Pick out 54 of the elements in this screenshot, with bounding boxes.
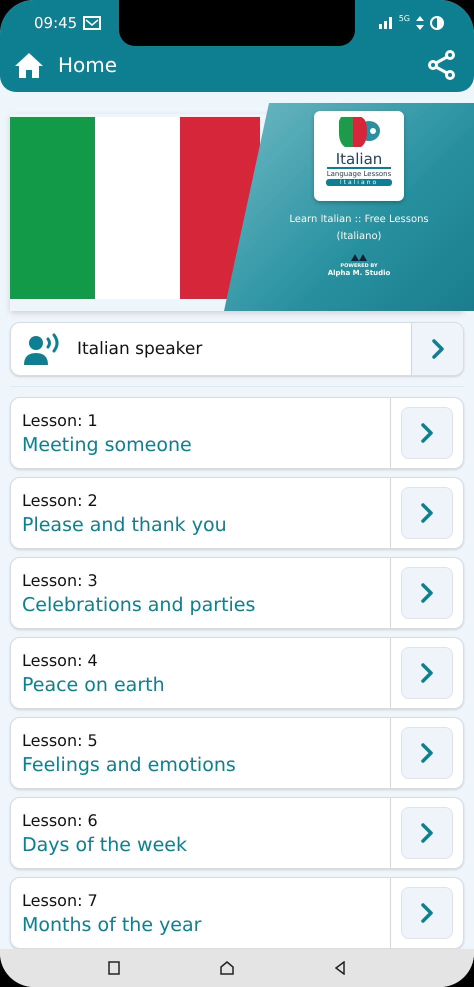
- chevron-right-icon: [420, 582, 434, 604]
- mail-icon: [83, 16, 102, 30]
- lesson-title: Please and thank you: [22, 514, 228, 536]
- lesson-number: Lesson: 6: [22, 810, 99, 830]
- mountain-logo-icon: [351, 253, 367, 261]
- chevron-right-icon: [420, 422, 434, 444]
- lesson-open-button[interactable]: [401, 647, 453, 699]
- lesson-title: Meeting someone: [22, 434, 193, 456]
- recents-icon[interactable]: [108, 961, 120, 975]
- lesson-open-button[interactable]: [401, 887, 453, 939]
- lesson-card[interactable]: Lesson: 6 Days of the week: [10, 797, 464, 869]
- lesson-number: Lesson: 5: [22, 730, 99, 750]
- lesson-number: Lesson: 3: [22, 570, 99, 590]
- share-icon[interactable]: [428, 50, 456, 80]
- home-icon[interactable]: [14, 52, 44, 78]
- chevron-right-icon: [420, 662, 434, 684]
- lesson-title: Days of the week: [22, 834, 188, 856]
- lesson-number: Lesson: 2: [22, 490, 99, 510]
- chevron-right-icon: [420, 822, 434, 844]
- lesson-title: Celebrations and parties: [22, 594, 256, 616]
- lesson-open-button[interactable]: [401, 727, 453, 779]
- home-nav-icon[interactable]: [220, 961, 234, 975]
- half-circle-icon: [430, 16, 444, 30]
- lesson-card[interactable]: Lesson: 3 Celebrations and parties: [10, 557, 464, 629]
- lesson-title: Months of the year: [22, 914, 202, 936]
- lesson-card[interactable]: Lesson: 2 Please and thank you: [10, 477, 464, 549]
- back-icon[interactable]: [334, 961, 346, 975]
- banner-headline: Learn Italian :: Free Lessons (Italiano): [288, 213, 430, 244]
- lesson-card[interactable]: Lesson: 4 Peace on earth: [10, 637, 464, 709]
- chevron-right-icon: [420, 502, 434, 524]
- lesson-open-button[interactable]: [401, 807, 453, 859]
- lesson-open-button[interactable]: [401, 487, 453, 539]
- lesson-title: Feelings and emotions: [22, 754, 237, 776]
- network-label: 5G: [398, 14, 410, 23]
- signal-icon: [378, 17, 393, 29]
- app-bar-title: Home: [58, 53, 118, 77]
- lesson-open-button[interactable]: [401, 567, 453, 619]
- lesson-open-button[interactable]: [401, 407, 453, 459]
- lesson-number: Lesson: 1: [22, 410, 99, 430]
- lesson-title: Peace on earth: [22, 674, 166, 696]
- chevron-right-icon: [420, 902, 434, 924]
- speaker-open-button[interactable]: [411, 323, 463, 375]
- speaker-label: Italian speaker: [77, 338, 204, 361]
- speaker-card[interactable]: Italian speaker: [10, 322, 464, 376]
- chevron-right-icon: [430, 338, 444, 360]
- logo-title: Italian: [336, 151, 382, 167]
- chevron-right-icon: [420, 742, 434, 764]
- lesson-number: Lesson: 4: [22, 650, 99, 670]
- lesson-card[interactable]: Lesson: 1 Meeting someone: [10, 397, 464, 469]
- status-time: 09:45: [34, 14, 78, 32]
- lesson-card[interactable]: Lesson: 7 Months of the year: [10, 877, 464, 949]
- lesson-number: Lesson: 7: [22, 890, 99, 910]
- lesson-card[interactable]: Lesson: 5 Feelings and emotions: [10, 717, 464, 789]
- data-arrows-icon: [416, 16, 424, 30]
